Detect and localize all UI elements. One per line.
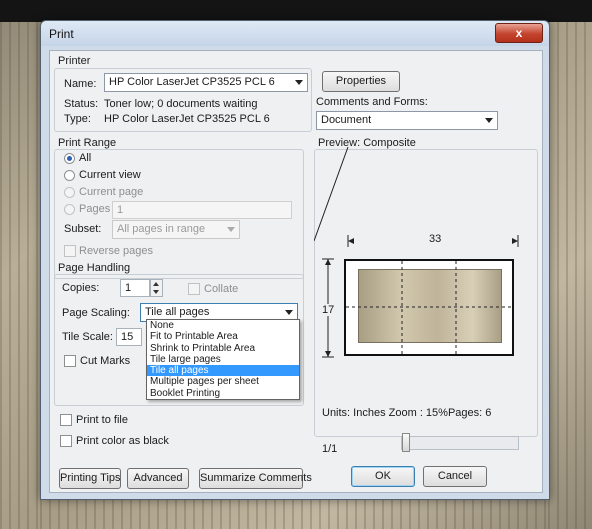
page-slider-track[interactable] <box>401 436 519 450</box>
page-scaling-dropdown: None Fit to Printable Area Shrink to Pri… <box>146 319 300 401</box>
cut-marks-checkbox[interactable] <box>64 355 76 367</box>
comments-forms-select[interactable]: Document <box>316 111 498 130</box>
pages-label: Pages <box>79 203 111 215</box>
current-view-label: Current view <box>79 169 141 181</box>
scaling-option-multiple[interactable]: Multiple pages per sheet <box>147 376 299 387</box>
current-view-radio[interactable] <box>64 170 75 181</box>
comments-forms-value: Document <box>321 114 372 126</box>
pages-input[interactable]: 1 <box>112 201 292 219</box>
title-bar: Print x <box>41 21 549 46</box>
scaling-option-booklet[interactable]: Booklet Printing <box>147 388 299 399</box>
background-left-strip <box>0 22 40 529</box>
copies-spinner[interactable] <box>150 279 163 297</box>
chevron-down-icon[interactable] <box>153 290 159 294</box>
height-dimension-lower <box>322 331 334 358</box>
subset-label: Subset: <box>64 223 102 235</box>
scaling-option-fit[interactable]: Fit to Printable Area <box>147 331 299 342</box>
scaling-option-shrink[interactable]: Shrink to Printable Area <box>147 343 299 354</box>
page-slider-thumb[interactable] <box>402 433 410 452</box>
tile-scale-input[interactable]: 15 <box>116 328 142 346</box>
tile-scale-label: Tile Scale: <box>62 331 113 343</box>
printer-name-select[interactable]: HP Color LaserJet CP3525 PCL 6 <box>104 73 308 92</box>
chevron-down-icon <box>485 118 493 123</box>
ok-button[interactable]: OK <box>351 466 415 487</box>
printer-name-label: Name: <box>64 78 97 90</box>
printer-status-value: Toner low; 0 documents waiting <box>104 98 258 110</box>
reverse-pages-label: Reverse pages <box>79 245 153 257</box>
current-page-radio[interactable] <box>64 187 75 198</box>
copies-label: Copies: <box>62 282 100 294</box>
height-dimension-label: 17 <box>322 304 335 316</box>
collate-checkbox[interactable] <box>188 283 200 295</box>
arrow-down-icon <box>325 351 331 357</box>
print-dialog: Print x Printer Name: HP Color LaserJet … <box>40 20 550 500</box>
background-right-strip <box>548 22 592 529</box>
width-dimension-line <box>314 147 349 242</box>
tile-grid-lines <box>346 261 512 354</box>
properties-button[interactable]: Properties <box>322 71 400 92</box>
subset-select[interactable]: All pages in range <box>112 220 240 239</box>
all-label: All <box>79 152 92 164</box>
dialog-title: Print <box>49 27 74 41</box>
cancel-button[interactable]: Cancel <box>423 466 487 487</box>
arrow-up-icon <box>325 259 331 265</box>
page-handling-group-label: Page Handling <box>58 262 131 274</box>
scaling-option-tile-large[interactable]: Tile large pages <box>147 354 299 365</box>
cut-marks-label: Cut Marks <box>80 355 131 367</box>
comments-forms-label: Comments and Forms: <box>316 96 428 108</box>
printer-type-value: HP Color LaserJet CP3525 PCL 6 <box>104 113 270 125</box>
advanced-button[interactable]: Advanced <box>127 468 189 489</box>
background-bottom-strip <box>40 498 548 529</box>
collate-label: Collate <box>204 283 239 295</box>
scaling-option-none[interactable]: None <box>147 320 299 331</box>
units-zoom-pages-text: Units: Inches Zoom : 15%Pages: 6 <box>322 407 492 419</box>
chevron-up-icon[interactable] <box>153 282 159 286</box>
printing-tips-button[interactable]: Printing Tips <box>59 468 121 489</box>
all-radio[interactable] <box>64 153 75 164</box>
close-button[interactable]: x <box>495 23 543 43</box>
arrow-left-icon <box>348 238 354 244</box>
width-dimension-label: 33 <box>426 233 445 245</box>
subset-value: All pages in range <box>117 223 206 235</box>
background-top-bar <box>0 0 592 22</box>
arrow-right-icon <box>512 238 518 244</box>
print-to-file-checkbox[interactable] <box>60 414 72 426</box>
printer-type-label: Type: <box>64 113 91 125</box>
current-page-label: Current page <box>79 186 144 198</box>
pages-radio[interactable] <box>64 204 75 215</box>
printer-group-label: Printer <box>58 55 91 67</box>
chevron-down-icon <box>295 80 303 85</box>
page-scaling-value: Tile all pages <box>145 306 210 318</box>
chevron-down-icon <box>227 227 235 232</box>
page-scaling-label: Page Scaling: <box>62 307 130 319</box>
dialog-body: Printer Name: HP Color LaserJet CP3525 P… <box>49 50 543 493</box>
chevron-down-icon <box>285 310 293 315</box>
print-range-group-label: Print Range <box>58 137 117 149</box>
reverse-pages-checkbox[interactable] <box>64 245 76 257</box>
print-to-file-label: Print to file <box>76 414 128 426</box>
copies-input[interactable]: 1 <box>120 279 150 297</box>
printer-status-label: Status: <box>64 98 99 110</box>
scaling-option-tile-all[interactable]: Tile all pages <box>147 365 299 377</box>
preview-page <box>344 259 514 356</box>
print-color-black-checkbox[interactable] <box>60 435 72 447</box>
print-color-black-label: Print color as black <box>76 435 169 447</box>
summarize-comments-button[interactable]: Summarize Comments <box>199 468 312 489</box>
page-indicator: 1/1 <box>322 443 338 455</box>
printer-name-value: HP Color LaserJet CP3525 PCL 6 <box>109 76 275 88</box>
